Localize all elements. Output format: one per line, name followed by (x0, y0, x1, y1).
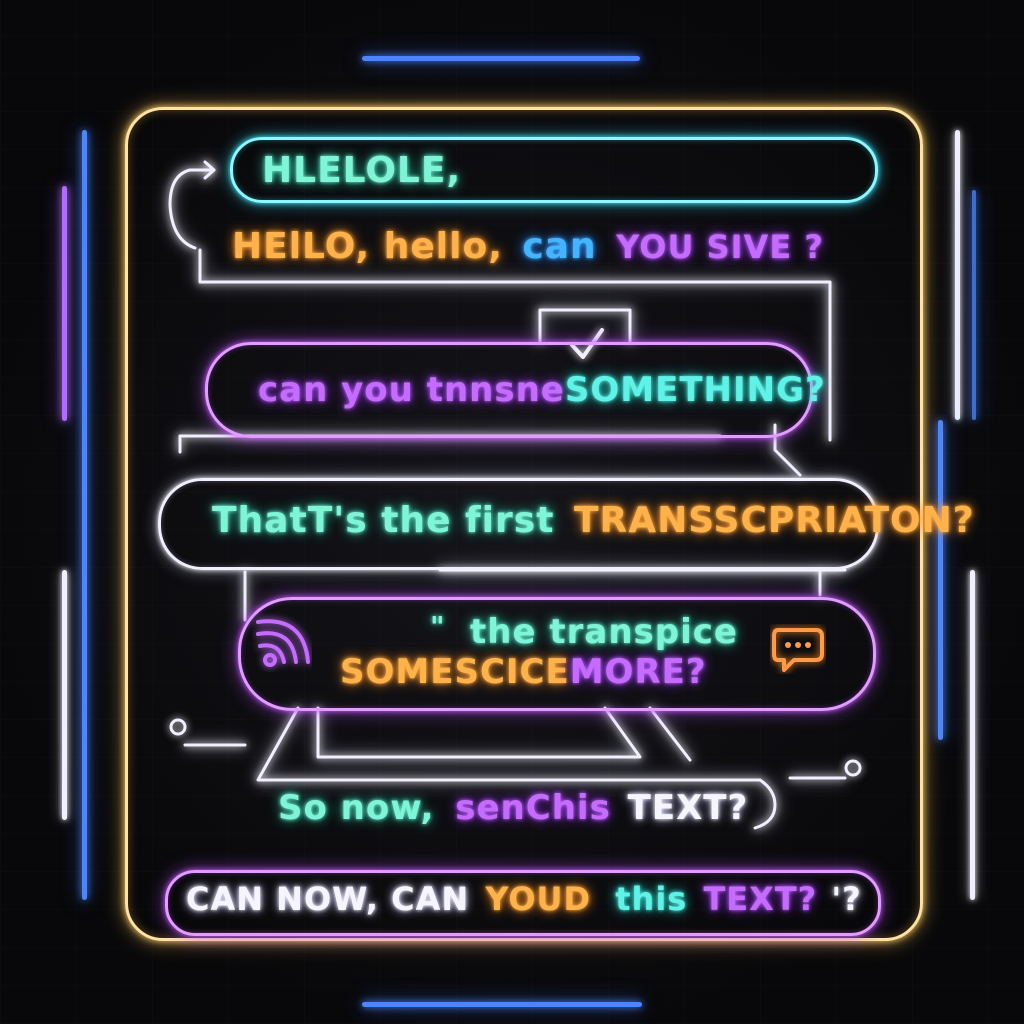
message-2-part-1: HElLO, hello, (232, 226, 503, 267)
message-6-part-2: senChis (455, 788, 611, 828)
message-1-text: HLELOLE, (262, 150, 462, 191)
message-6-part-3: TEXT? (627, 788, 749, 828)
message-7-part-2: YOUD (485, 880, 592, 918)
neon-chat-sign: HLELOLE, HElLO, hello, can YOU SIVE ? ca… (0, 0, 1024, 1024)
message-2-part-3: YOU SIVE ? (616, 228, 824, 266)
message-5-part-3: MORE? (569, 652, 707, 692)
message-5-quote: " (430, 610, 446, 643)
message-3-part-2: SOMETHING? (564, 370, 826, 410)
message-6-text: So now, senChis TEXT? (278, 788, 748, 828)
wifi-signal-icon (256, 619, 310, 667)
chat-bubble-icon (772, 628, 824, 672)
message-5-line-2: SOMESCICEMORE? (340, 652, 707, 692)
message-7-part-3: this (615, 880, 688, 918)
message-3-text: can you tnnsneSOMETHING? (258, 370, 826, 410)
message-5-part-2: SOMESCICE (340, 652, 570, 692)
message-7-part-1: CAN NOW, CAN (186, 880, 470, 918)
message-2-text: HElLO, hello, can YOU SIVE ? (232, 226, 824, 267)
message-4-text: ThatT's the first TRANSSCPRIATON? (212, 500, 975, 541)
message-2-part-2: can (522, 226, 597, 267)
message-7-part-4: TEXT? (703, 880, 818, 918)
message-5-part-1: the transpice (470, 612, 738, 652)
message-4-part-1: ThatT's the first (212, 500, 555, 541)
message-4-part-2: TRANSSCPRIATON? (573, 500, 975, 541)
message-7-part-5: '? (831, 880, 862, 918)
message-7-text: CAN NOW, CAN YOUD this TEXT? '? (186, 880, 862, 918)
message-3-part-1: can you tnnsne (258, 370, 565, 410)
message-6-part-1: So now, (278, 788, 435, 828)
